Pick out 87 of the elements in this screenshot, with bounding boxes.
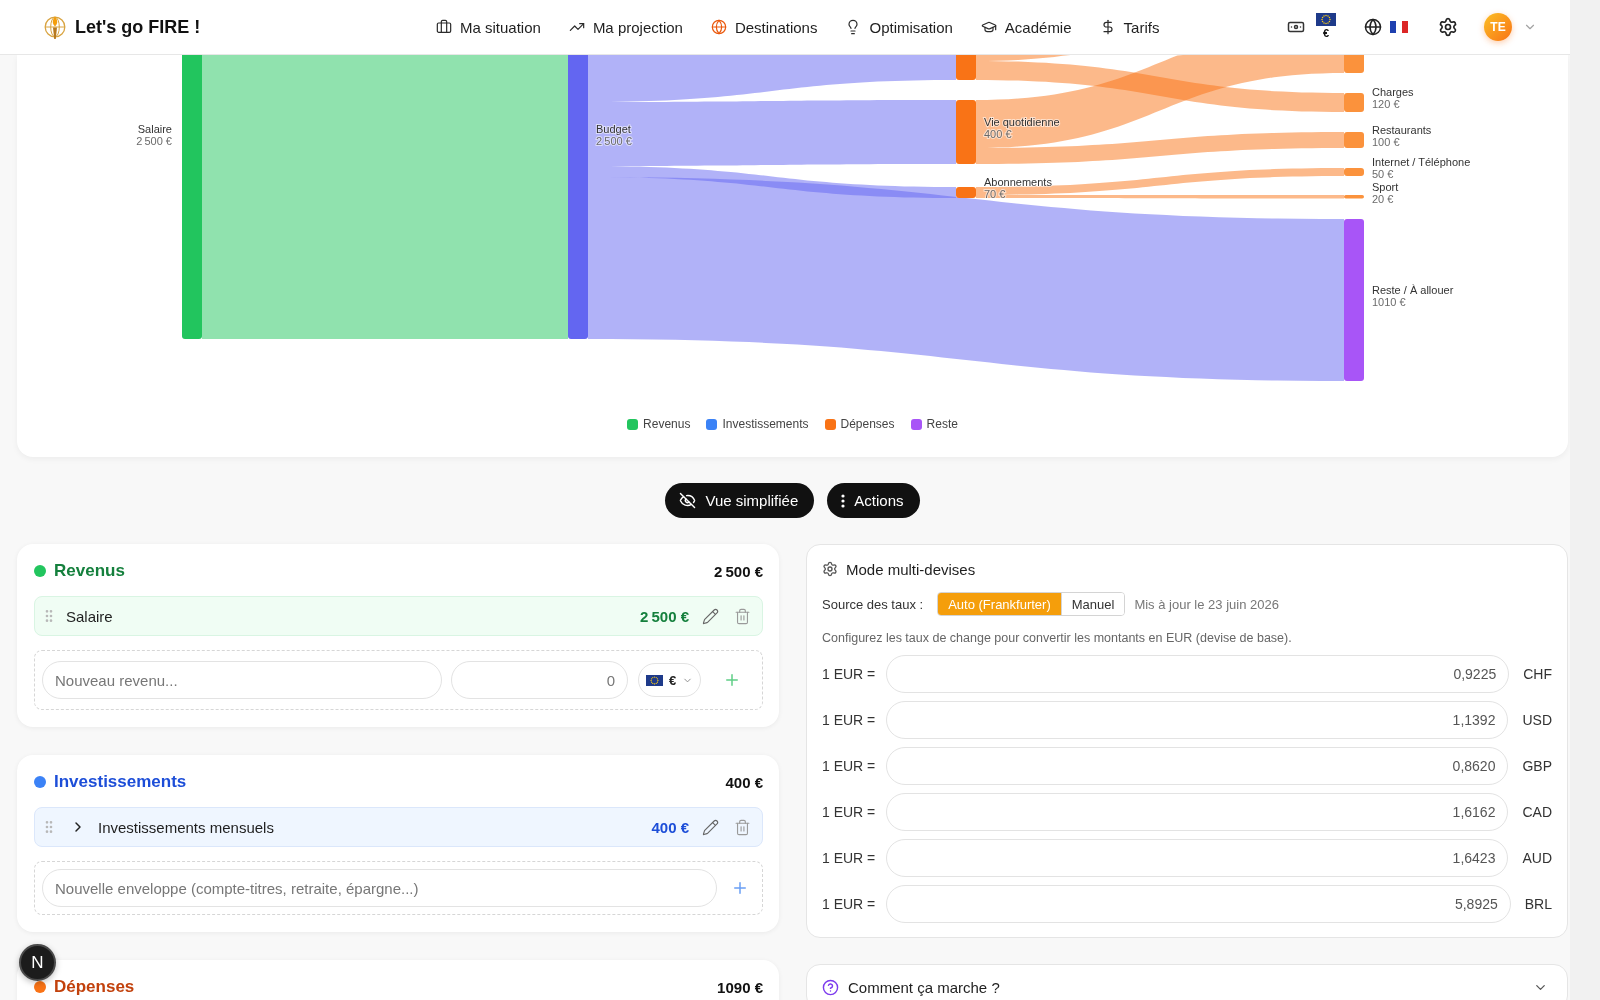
node-label: Internet / Téléphone	[1372, 155, 1471, 168]
amount-input[interactable]: 0	[451, 661, 628, 699]
node-amount: 2 500 €	[136, 134, 172, 147]
section-title: Dépenses	[54, 977, 135, 997]
settings-icon[interactable]	[1438, 17, 1458, 37]
currency-code: USD	[1522, 712, 1552, 728]
trash-icon[interactable]	[734, 818, 751, 836]
settings-icon	[822, 561, 838, 577]
rate-label: 1 EUR =	[822, 896, 876, 912]
language-button[interactable]	[1364, 18, 1408, 36]
dev-tools-button[interactable]: N	[19, 944, 56, 981]
node-label: Charges	[1372, 86, 1414, 99]
node-label: Budget	[596, 122, 631, 135]
rate-label: 1 EUR =	[822, 666, 876, 682]
rate-label: 1 EUR =	[822, 850, 876, 866]
section-total: 400 €	[725, 773, 763, 791]
node-amount: 120 €	[1372, 98, 1400, 111]
eu-flag-icon	[645, 674, 663, 686]
nav-link[interactable]: Optimisation	[845, 18, 953, 36]
pencil-icon[interactable]	[702, 607, 719, 625]
vertical-dots-icon	[841, 493, 846, 508]
currency-code: GBP	[1522, 758, 1552, 774]
nav-link[interactable]: Ma projection	[568, 18, 683, 36]
legend-label: Investissements	[722, 417, 809, 431]
nav-link[interactable]: Tarifs	[1099, 18, 1160, 36]
name-input[interactable]: Nouvelle enveloppe (compte-titres, retraite, épargne...)	[42, 869, 717, 907]
item-amount: 400 €	[651, 818, 689, 836]
section-total: 2 500 €	[714, 562, 763, 580]
rate-input[interactable]: 1,6162	[886, 793, 1509, 831]
node-amount: 70 €	[984, 188, 1006, 201]
node-label: Abonnements	[984, 176, 1052, 189]
currency-code: CAD	[1522, 804, 1552, 820]
legend-label: Revenus	[643, 417, 691, 431]
rate-input[interactable]: 1,6423	[886, 839, 1509, 877]
node-amount: 2 500 €	[596, 134, 632, 147]
currency-button[interactable]: €	[1287, 12, 1336, 42]
currency-code: CHF	[1523, 666, 1552, 682]
globe-icon	[1364, 18, 1382, 36]
view-toggle-button[interactable]: Vue simplifiée	[665, 483, 815, 518]
legend-label: Dépenses	[840, 417, 895, 431]
rate-input[interactable]: 0,9225	[886, 655, 1510, 693]
node-label: Salaire	[137, 122, 172, 135]
section-title: Investissements	[54, 772, 187, 792]
nav-link[interactable]: Académie	[980, 18, 1072, 36]
accordion-title[interactable]: Comment ça marche ?	[848, 978, 1000, 996]
node-label: Vie quotidienne	[984, 115, 1060, 128]
node-amount: 1010 €	[1372, 295, 1406, 308]
pencil-icon[interactable]	[702, 818, 719, 836]
item-name: Investissements mensuels	[98, 818, 274, 836]
source-label: Source des taux :	[822, 596, 924, 612]
eye-off-icon	[679, 492, 697, 509]
node-label: Reste / À allouer	[1372, 283, 1454, 296]
node-label: Sport	[1372, 180, 1399, 193]
node-label: Restaurants	[1372, 123, 1432, 136]
currency-code: BRL	[1524, 896, 1552, 912]
plus-icon[interactable]	[731, 879, 749, 897]
rate-input[interactable]: 5,8925	[886, 885, 1511, 923]
plus-icon[interactable]	[723, 671, 741, 689]
node-amount: 400 €	[984, 127, 1012, 140]
update-note: Mis à jour le 23 juin 2026	[1134, 596, 1279, 612]
french-flag-icon	[1390, 21, 1408, 33]
currency-code: AUD	[1522, 850, 1552, 866]
actions-button[interactable]: Actions	[827, 483, 920, 518]
source-option[interactable]: Manuel	[1060, 593, 1125, 615]
rate-label: 1 EUR =	[822, 804, 876, 820]
rate-input[interactable]: 0,8620	[886, 747, 1509, 785]
brand-title: Let's go FIRE !	[75, 16, 201, 38]
item-amount: 2 500 €	[640, 607, 689, 625]
nav-link[interactable]: Ma situation	[436, 18, 541, 36]
node-amount: 20 €	[1372, 192, 1394, 205]
rate-input[interactable]: 1,1392	[886, 701, 1509, 739]
section-total: 1090 €	[717, 978, 763, 996]
nav-link[interactable]: Destinations	[710, 18, 818, 36]
help-icon	[822, 978, 839, 996]
node-amount: 100 €	[1372, 135, 1400, 148]
card-title: Mode multi-devises	[846, 560, 976, 578]
eu-flag-icon	[1316, 12, 1336, 26]
rate-label: 1 EUR =	[822, 712, 876, 728]
card-description: Configurez les taux de change pour convertir les montants en EUR (devise de base).	[822, 630, 1293, 647]
legend-label: Reste	[926, 417, 958, 431]
section-title: Revenus	[54, 561, 125, 581]
rate-label: 1 EUR =	[822, 758, 876, 774]
name-input[interactable]: Nouveau revenu...	[42, 661, 442, 699]
node-amount: 50 €	[1372, 167, 1394, 180]
currency-select[interactable]: €	[638, 663, 701, 697]
item-name: Salaire	[66, 607, 113, 625]
trash-icon[interactable]	[734, 607, 751, 625]
